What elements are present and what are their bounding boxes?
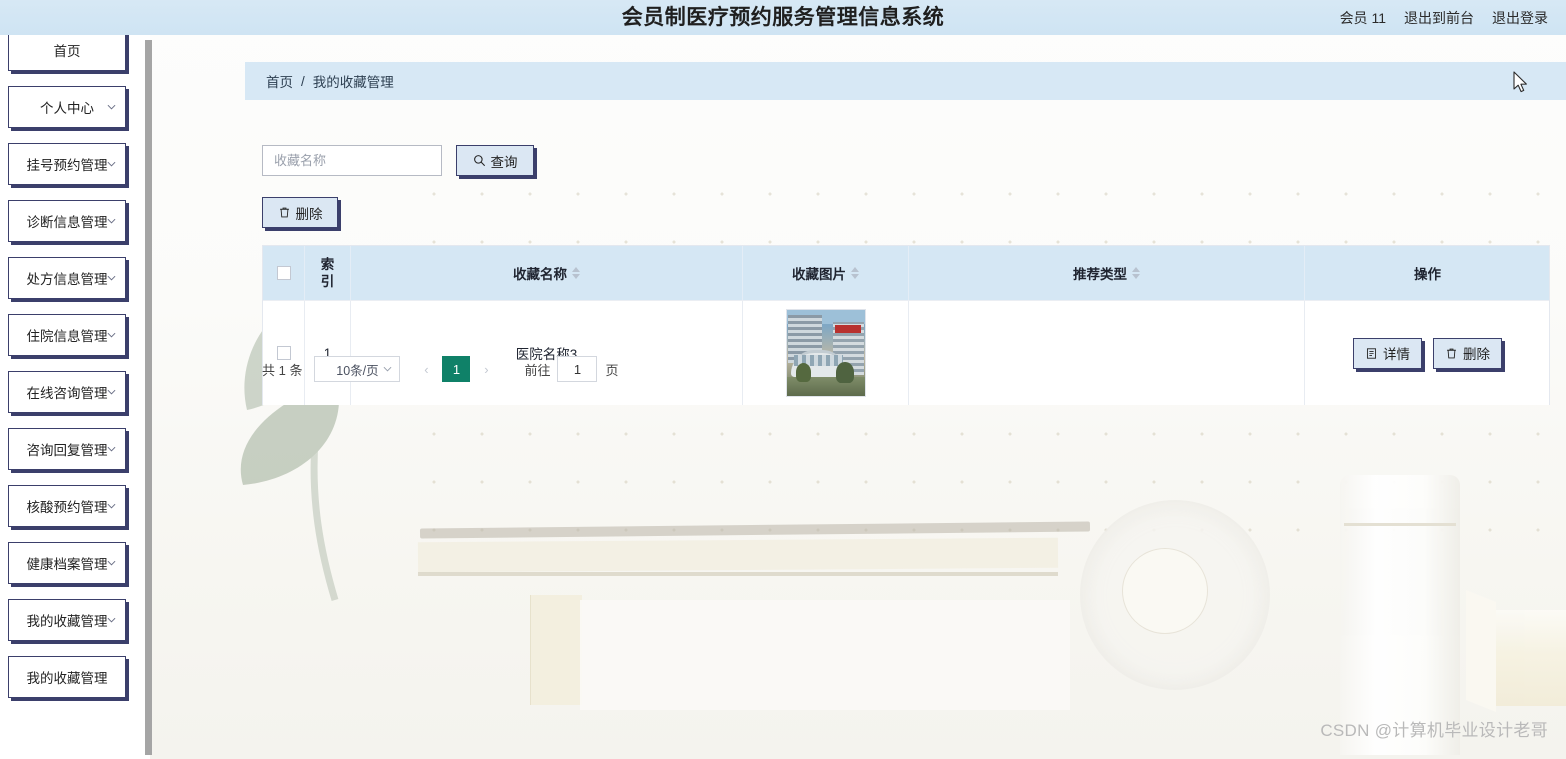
header-actions: 会员 11 退出到前台 退出登录 <box>1340 0 1548 35</box>
search-icon <box>473 155 485 167</box>
breadcrumb-current: 我的收藏管理 <box>312 75 394 90</box>
column-header-type-label: 推荐类型 <box>1073 267 1127 282</box>
sidebar-scrollbar-thumb[interactable] <box>145 40 152 755</box>
sidebar-item-online-consultation[interactable]: 在线咨询管理 <box>8 371 126 413</box>
page-title: 会员制医疗预约服务管理信息系统 <box>621 6 945 29</box>
top-header-bar: 会员制医疗预约服务管理信息系统 会员 11 退出到前台 退出登录 <box>0 0 1566 35</box>
sidebar-item-label: 个人中心 <box>40 101 94 116</box>
goto-page-input[interactable] <box>557 356 598 382</box>
select-all-checkbox[interactable] <box>276 266 291 280</box>
sort-icon[interactable] <box>851 267 859 279</box>
sidebar-menu: 首页 个人中心 挂号预约管理 诊断信息管理 处方信息管理 住院信息管理 在线咨询… <box>8 29 140 713</box>
watermark: CSDN @计算机毕业设计老哥 <box>1320 721 1548 740</box>
sidebar: 首页 个人中心 挂号预约管理 诊断信息管理 处方信息管理 住院信息管理 在线咨询… <box>0 29 148 759</box>
sidebar-item-label: 诊断信息管理 <box>26 215 108 230</box>
breadcrumb-separator: / <box>301 73 305 89</box>
content-panel: 查询 删除 索引 收藏名称 <box>245 100 1566 468</box>
column-header-name[interactable]: 收藏名称 <box>351 246 743 300</box>
chevron-down-icon <box>107 389 116 395</box>
sidebar-item-label: 健康档案管理 <box>26 557 108 572</box>
page-size-select[interactable]: 10条/页 <box>314 356 401 382</box>
breadcrumb-home[interactable]: 首页 <box>266 71 293 91</box>
column-header-operations: 操作 <box>1305 246 1550 300</box>
sidebar-item-consultation-reply[interactable]: 咨询回复管理 <box>8 428 126 470</box>
chevron-down-icon <box>107 446 116 452</box>
sidebar-item-health-record[interactable]: 健康档案管理 <box>8 542 126 584</box>
sidebar-item-inpatient-info[interactable]: 住院信息管理 <box>8 314 126 356</box>
breadcrumb: 首页 / 我的收藏管理 <box>245 62 1566 100</box>
next-page-button[interactable]: › <box>472 356 500 382</box>
sidebar-item-label: 处方信息管理 <box>26 272 108 287</box>
logout-link[interactable]: 退出登录 <box>1492 8 1548 28</box>
sidebar-item-label: 我的收藏管理 <box>26 614 108 629</box>
application-window: 会员制医疗预约服务管理信息系统 会员 11 退出到前台 退出登录 首页 个人中心… <box>0 0 1566 759</box>
chevron-down-icon <box>107 560 116 566</box>
pagination-total: 共 1 条 <box>262 362 303 378</box>
chevron-down-icon <box>107 218 116 224</box>
main-content: 首页 / 我的收藏管理 查询 删除 <box>230 35 1566 759</box>
goto-label: 前往 <box>524 362 551 378</box>
member-label: 会员 11 <box>1339 9 1386 26</box>
sidebar-item-my-favorites[interactable]: 我的收藏管理 <box>8 599 126 641</box>
trash-icon <box>279 207 289 218</box>
page-unit-label: 页 <box>605 362 619 378</box>
page-number-1[interactable]: 1 <box>442 356 471 382</box>
query-button[interactable]: 查询 <box>456 145 534 176</box>
column-header-image[interactable]: 收藏图片 <box>743 246 909 300</box>
sidebar-subitem-my-favorites[interactable]: 我的收藏管理 <box>8 656 126 698</box>
column-header-image-label: 收藏图片 <box>792 267 846 282</box>
column-header-index-label: 索引 <box>320 257 335 289</box>
page-size-label: 10条/页 <box>336 363 379 378</box>
query-button-label: 查询 <box>490 154 518 170</box>
exit-to-frontend-link[interactable]: 退出到前台 <box>1404 8 1474 28</box>
pagination: 共 1 条 10条/页 ‹ 1 › 前往 页 <box>262 352 1550 386</box>
sidebar-item-label: 核酸预约管理 <box>26 500 108 515</box>
chevron-down-icon <box>107 161 116 167</box>
chevron-down-icon <box>107 275 116 281</box>
sidebar-item-registration-appointment[interactable]: 挂号预约管理 <box>8 143 126 185</box>
sidebar-item-label: 挂号预约管理 <box>26 158 108 173</box>
sort-icon[interactable] <box>572 267 580 279</box>
column-header-name-label: 收藏名称 <box>513 267 567 282</box>
mouse-cursor <box>1513 71 1527 93</box>
column-header-index: 索引 <box>305 246 351 300</box>
column-header-operations-label: 操作 <box>1414 267 1441 282</box>
sidebar-item-label: 住院信息管理 <box>26 329 108 344</box>
sidebar-item-diagnosis-info[interactable]: 诊断信息管理 <box>8 200 126 242</box>
sidebar-item-nucleic-acid-appointment[interactable]: 核酸预约管理 <box>8 485 126 527</box>
chevron-down-icon <box>107 332 116 338</box>
prev-page-button[interactable]: ‹ <box>412 356 440 382</box>
column-header-type[interactable]: 推荐类型 <box>909 246 1305 300</box>
sidebar-item-personal-center[interactable]: 个人中心 <box>8 86 126 128</box>
chevron-down-icon <box>107 503 116 509</box>
sidebar-item-label: 咨询回复管理 <box>26 443 108 458</box>
chevron-down-icon <box>107 617 116 623</box>
bulk-delete-button[interactable]: 删除 <box>262 197 338 228</box>
select-all-cell <box>263 246 305 300</box>
chevron-down-icon <box>107 104 116 110</box>
sidebar-item-label: 在线咨询管理 <box>26 386 108 401</box>
sort-icon[interactable] <box>1132 267 1140 279</box>
bulk-delete-label: 删除 <box>295 206 323 222</box>
sidebar-item-home[interactable]: 首页 <box>8 29 126 71</box>
search-input[interactable] <box>262 145 442 176</box>
table-header-row: 索引 收藏名称 收藏图片 推荐类型 操作 <box>263 246 1549 300</box>
sidebar-item-label: 首页 <box>53 44 81 59</box>
chevron-down-icon <box>384 366 392 372</box>
sidebar-item-label: 我的收藏管理 <box>26 671 108 686</box>
filter-toolbar: 查询 <box>262 145 534 176</box>
sidebar-item-prescription-info[interactable]: 处方信息管理 <box>8 257 126 299</box>
